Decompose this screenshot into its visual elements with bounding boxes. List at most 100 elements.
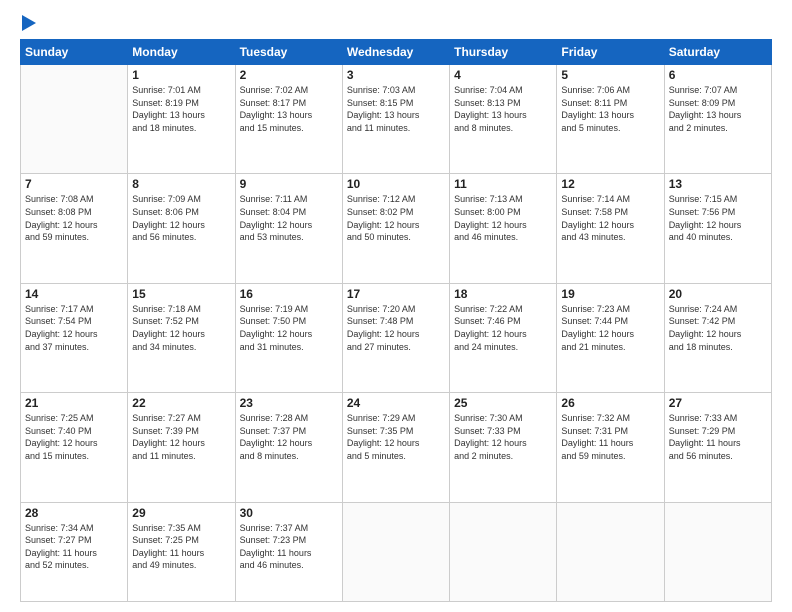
day-number: 25 [454,396,552,410]
calendar-cell: 11 Sunrise: 7:13 AM Sunset: 8:00 PM Dayli… [450,174,557,283]
calendar-cell: 25 Sunrise: 7:30 AM Sunset: 7:33 PM Dayli… [450,393,557,502]
day-number: 17 [347,287,445,301]
page: SundayMondayTuesdayWednesdayThursdayFrid… [0,0,792,612]
day-info: Sunrise: 7:34 AM Sunset: 7:27 PM Dayligh… [25,522,123,572]
day-number: 23 [240,396,338,410]
calendar-cell: 29 Sunrise: 7:35 AM Sunset: 7:25 PM Dayli… [128,502,235,602]
day-info: Sunrise: 7:13 AM Sunset: 8:00 PM Dayligh… [454,193,552,243]
day-number: 14 [25,287,123,301]
day-info: Sunrise: 7:30 AM Sunset: 7:33 PM Dayligh… [454,412,552,462]
day-number: 29 [132,506,230,520]
day-info: Sunrise: 7:03 AM Sunset: 8:15 PM Dayligh… [347,84,445,134]
calendar-cell: 9 Sunrise: 7:11 AM Sunset: 8:04 PM Daylig… [235,174,342,283]
day-info: Sunrise: 7:07 AM Sunset: 8:09 PM Dayligh… [669,84,767,134]
calendar-cell: 28 Sunrise: 7:34 AM Sunset: 7:27 PM Dayli… [21,502,128,602]
day-info: Sunrise: 7:17 AM Sunset: 7:54 PM Dayligh… [25,303,123,353]
calendar-cell [450,502,557,602]
day-number: 18 [454,287,552,301]
day-info: Sunrise: 7:23 AM Sunset: 7:44 PM Dayligh… [561,303,659,353]
day-info: Sunrise: 7:06 AM Sunset: 8:11 PM Dayligh… [561,84,659,134]
calendar-week-3: 14 Sunrise: 7:17 AM Sunset: 7:54 PM Dayli… [21,283,772,392]
day-info: Sunrise: 7:20 AM Sunset: 7:48 PM Dayligh… [347,303,445,353]
calendar-cell: 12 Sunrise: 7:14 AM Sunset: 7:58 PM Dayli… [557,174,664,283]
day-info: Sunrise: 7:09 AM Sunset: 8:06 PM Dayligh… [132,193,230,243]
calendar-cell: 21Sunrise: 7:25 AM Sunset: 7:40 PM Dayli… [21,393,128,502]
calendar-cell: 10 Sunrise: 7:12 AM Sunset: 8:02 PM Dayli… [342,174,449,283]
day-number: 16 [240,287,338,301]
day-info: Sunrise: 7:08 AM Sunset: 8:08 PM Dayligh… [25,193,123,243]
calendar-cell: 14 Sunrise: 7:17 AM Sunset: 7:54 PM Dayli… [21,283,128,392]
calendar-cell: 2Sunrise: 7:02 AM Sunset: 8:17 PM Daylig… [235,65,342,174]
calendar-week-1: 1Sunrise: 7:01 AM Sunset: 8:19 PM Daylig… [21,65,772,174]
day-number: 13 [669,177,767,191]
day-info: Sunrise: 7:14 AM Sunset: 7:58 PM Dayligh… [561,193,659,243]
day-info: Sunrise: 7:27 AM Sunset: 7:39 PM Dayligh… [132,412,230,462]
calendar-cell: 23 Sunrise: 7:28 AM Sunset: 7:37 PM Dayli… [235,393,342,502]
day-info: Sunrise: 7:28 AM Sunset: 7:37 PM Dayligh… [240,412,338,462]
day-number: 5 [561,68,659,82]
day-number: 26 [561,396,659,410]
calendar-cell [557,502,664,602]
day-number: 7 [25,177,123,191]
day-info: Sunrise: 7:15 AM Sunset: 7:56 PM Dayligh… [669,193,767,243]
day-number: 24 [347,396,445,410]
day-header-saturday: Saturday [664,40,771,65]
day-header-sunday: Sunday [21,40,128,65]
day-number: 6 [669,68,767,82]
logo [20,18,36,31]
day-number: 22 [132,396,230,410]
day-info: Sunrise: 7:19 AM Sunset: 7:50 PM Dayligh… [240,303,338,353]
day-info: Sunrise: 7:32 AM Sunset: 7:31 PM Dayligh… [561,412,659,462]
calendar-cell: 26 Sunrise: 7:32 AM Sunset: 7:31 PM Dayli… [557,393,664,502]
calendar-cell [664,502,771,602]
calendar-cell: 22 Sunrise: 7:27 AM Sunset: 7:39 PM Dayli… [128,393,235,502]
header-row: SundayMondayTuesdayWednesdayThursdayFrid… [21,40,772,65]
calendar-week-5: 28 Sunrise: 7:34 AM Sunset: 7:27 PM Dayli… [21,502,772,602]
day-number: 10 [347,177,445,191]
calendar-cell: 5 Sunrise: 7:06 AM Sunset: 8:11 PM Daylig… [557,65,664,174]
calendar-cell: 17 Sunrise: 7:20 AM Sunset: 7:48 PM Dayli… [342,283,449,392]
day-info: Sunrise: 7:24 AM Sunset: 7:42 PM Dayligh… [669,303,767,353]
calendar-week-4: 21Sunrise: 7:25 AM Sunset: 7:40 PM Dayli… [21,393,772,502]
day-info: Sunrise: 7:35 AM Sunset: 7:25 PM Dayligh… [132,522,230,572]
calendar-cell: 24 Sunrise: 7:29 AM Sunset: 7:35 PM Dayli… [342,393,449,502]
day-info: Sunrise: 7:33 AM Sunset: 7:29 PM Dayligh… [669,412,767,462]
day-info: Sunrise: 7:29 AM Sunset: 7:35 PM Dayligh… [347,412,445,462]
calendar-cell [342,502,449,602]
day-number: 2 [240,68,338,82]
calendar-table: SundayMondayTuesdayWednesdayThursdayFrid… [20,39,772,602]
day-info: Sunrise: 7:01 AM Sunset: 8:19 PM Dayligh… [132,84,230,134]
day-number: 8 [132,177,230,191]
day-info: Sunrise: 7:12 AM Sunset: 8:02 PM Dayligh… [347,193,445,243]
calendar-cell: 13 Sunrise: 7:15 AM Sunset: 7:56 PM Dayli… [664,174,771,283]
day-header-tuesday: Tuesday [235,40,342,65]
calendar-cell: 3 Sunrise: 7:03 AM Sunset: 8:15 PM Daylig… [342,65,449,174]
day-info: Sunrise: 7:18 AM Sunset: 7:52 PM Dayligh… [132,303,230,353]
day-header-wednesday: Wednesday [342,40,449,65]
day-number: 27 [669,396,767,410]
day-number: 3 [347,68,445,82]
calendar-cell: 7 Sunrise: 7:08 AM Sunset: 8:08 PM Daylig… [21,174,128,283]
calendar-cell: 6 Sunrise: 7:07 AM Sunset: 8:09 PM Daylig… [664,65,771,174]
day-number: 9 [240,177,338,191]
calendar-cell: 30Sunrise: 7:37 AM Sunset: 7:23 PM Dayli… [235,502,342,602]
day-info: Sunrise: 7:22 AM Sunset: 7:46 PM Dayligh… [454,303,552,353]
day-number: 15 [132,287,230,301]
day-number: 12 [561,177,659,191]
day-info: Sunrise: 7:04 AM Sunset: 8:13 PM Dayligh… [454,84,552,134]
day-info: Sunrise: 7:11 AM Sunset: 8:04 PM Dayligh… [240,193,338,243]
day-number: 19 [561,287,659,301]
calendar-week-2: 7 Sunrise: 7:08 AM Sunset: 8:08 PM Daylig… [21,174,772,283]
day-number: 11 [454,177,552,191]
day-number: 20 [669,287,767,301]
day-number: 4 [454,68,552,82]
day-header-monday: Monday [128,40,235,65]
day-number: 30 [240,506,338,520]
day-number: 28 [25,506,123,520]
calendar-cell: 27 Sunrise: 7:33 AM Sunset: 7:29 PM Dayli… [664,393,771,502]
day-info: Sunrise: 7:25 AM Sunset: 7:40 PM Dayligh… [25,412,123,462]
day-header-friday: Friday [557,40,664,65]
calendar-cell [21,65,128,174]
calendar-cell: 15 Sunrise: 7:18 AM Sunset: 7:52 PM Dayli… [128,283,235,392]
calendar-cell: 16 Sunrise: 7:19 AM Sunset: 7:50 PM Dayli… [235,283,342,392]
